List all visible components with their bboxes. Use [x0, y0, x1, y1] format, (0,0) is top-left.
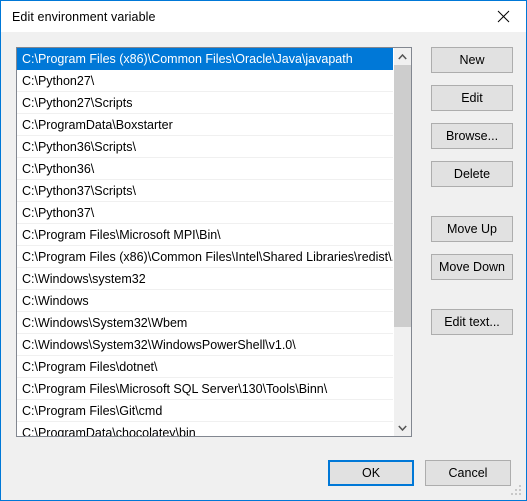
path-list-item[interactable]: C:\Windows\system32 [17, 268, 393, 290]
path-list-item[interactable]: C:\Program Files (x86)\Common Files\Orac… [17, 48, 393, 70]
path-list-item[interactable]: C:\Program Files (x86)\Common Files\Inte… [17, 246, 393, 268]
cancel-button[interactable]: Cancel [425, 460, 511, 486]
path-list[interactable]: C:\Program Files (x86)\Common Files\Orac… [17, 48, 393, 436]
path-list-item[interactable]: C:\Windows\System32\WindowsPowerShell\v1… [17, 334, 393, 356]
window-title: Edit environment variable [12, 9, 156, 24]
path-list-item[interactable]: C:\ProgramData\chocolatey\bin [17, 422, 393, 436]
edit-environment-variable-dialog: Edit environment variable C:\Program Fil… [0, 0, 527, 501]
path-list-item[interactable]: C:\Windows\System32\Wbem [17, 312, 393, 334]
resize-grip-icon[interactable] [511, 485, 523, 497]
path-list-item[interactable]: C:\Python27\ [17, 70, 393, 92]
chevron-up-icon[interactable] [394, 48, 411, 65]
move-up-button[interactable]: Move Up [431, 216, 513, 242]
action-button-column: New Edit Browse... Delete Move Up Move D… [431, 47, 513, 335]
path-list-item[interactable]: C:\Windows [17, 290, 393, 312]
title-bar: Edit environment variable [1, 1, 526, 32]
list-scrollbar[interactable] [393, 48, 411, 436]
new-button[interactable]: New [431, 47, 513, 73]
path-list-item[interactable]: C:\Program Files\Microsoft MPI\Bin\ [17, 224, 393, 246]
path-listbox[interactable]: C:\Program Files (x86)\Common Files\Orac… [16, 47, 412, 437]
browse-button[interactable]: Browse... [431, 123, 513, 149]
edit-button[interactable]: Edit [431, 85, 513, 111]
scrollbar-track[interactable] [394, 65, 411, 419]
path-list-item[interactable]: C:\Program Files\Git\cmd [17, 400, 393, 422]
path-list-item[interactable]: C:\Python36\ [17, 158, 393, 180]
dialog-footer: OK Cancel [328, 460, 511, 486]
path-list-item[interactable]: C:\Python36\Scripts\ [17, 136, 393, 158]
move-down-button[interactable]: Move Down [431, 254, 513, 280]
delete-button[interactable]: Delete [431, 161, 513, 187]
edit-text-button[interactable]: Edit text... [431, 309, 513, 335]
chevron-down-icon[interactable] [394, 419, 411, 436]
path-list-item[interactable]: C:\Python27\Scripts [17, 92, 393, 114]
dialog-body: C:\Program Files (x86)\Common Files\Orac… [1, 32, 526, 500]
path-list-item[interactable]: C:\ProgramData\Boxstarter [17, 114, 393, 136]
close-glyph [497, 10, 510, 22]
path-list-item[interactable]: C:\Program Files\Microsoft SQL Server\13… [17, 378, 393, 400]
chevron-up-glyph [398, 53, 407, 60]
path-list-item[interactable]: C:\Python37\ [17, 202, 393, 224]
ok-button[interactable]: OK [328, 460, 414, 486]
scrollbar-thumb[interactable] [394, 65, 411, 327]
path-list-item[interactable]: C:\Python37\Scripts\ [17, 180, 393, 202]
close-icon[interactable] [481, 1, 526, 31]
path-list-item[interactable]: C:\Program Files\dotnet\ [17, 356, 393, 378]
chevron-down-glyph [398, 424, 407, 431]
